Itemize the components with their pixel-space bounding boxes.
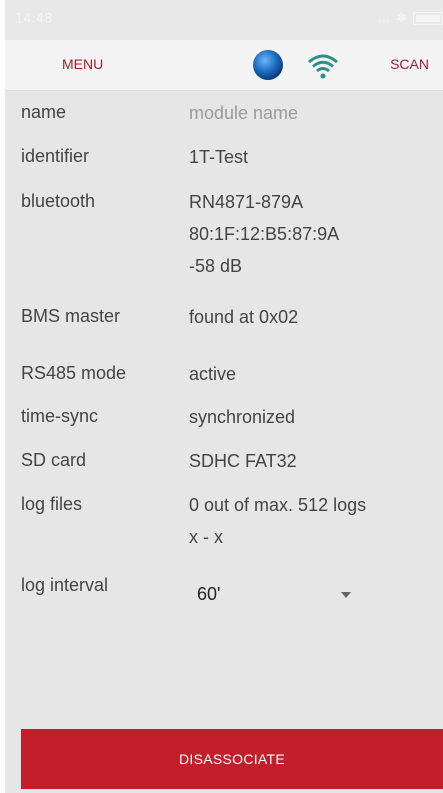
bluetooth-label: bluetooth xyxy=(21,191,96,211)
time-sync-label: time-sync xyxy=(21,406,99,426)
log-interval-label: log interval xyxy=(21,575,109,595)
sd-card-value: SDHC FAT32 xyxy=(189,451,297,471)
bluetooth-device-name: RN4871-879A xyxy=(189,192,304,212)
bms-master-label: BMS master xyxy=(21,306,121,326)
status-time: 14:48 xyxy=(15,12,53,27)
identifier-value: 1T-Test xyxy=(189,147,249,167)
connection-status-icon xyxy=(253,50,283,80)
bluetooth-mac-address: 80:1F:12:B5:87:9A xyxy=(189,224,340,244)
log-files-value: 0 out of max. 512 logs x - x xyxy=(189,489,366,553)
menu-button[interactable]: MENU xyxy=(62,56,103,72)
log-files-count: 0 out of max. 512 logs xyxy=(189,495,367,515)
name-label: name xyxy=(21,102,67,122)
identifier-label: identifier xyxy=(21,146,90,166)
log-files-range: x - x xyxy=(189,527,223,547)
log-interval-selected: 60' xyxy=(197,584,221,604)
status-bar: 14:48 ... ✱ xyxy=(5,0,443,40)
sd-card-label: SD card xyxy=(21,450,87,470)
app-screen: 14:48 ... ✱ MENU SCAN name module name i… xyxy=(5,0,443,793)
dropdown-arrow-icon xyxy=(341,592,351,598)
rs485-mode-value: active xyxy=(189,364,237,384)
name-field[interactable]: module name xyxy=(189,97,298,129)
bms-master-value: found at 0x02 xyxy=(189,307,299,327)
status-dots: ... xyxy=(377,11,391,26)
scan-button[interactable]: SCAN xyxy=(390,56,429,72)
time-sync-value: synchronized xyxy=(189,407,296,427)
bluetooth-value: RN4871-879A 80:1F:12:B5:87:9A -58 dB xyxy=(189,186,339,282)
log-files-label: log files xyxy=(21,494,83,514)
status-indicators: ... ✱ xyxy=(378,11,443,26)
wifi-icon xyxy=(308,54,338,79)
disassociate-button[interactable]: DISASSOCIATE xyxy=(21,729,443,789)
rs485-mode-label: RS485 mode xyxy=(21,363,127,383)
bluetooth-signal-strength: -58 dB xyxy=(189,256,243,276)
toolbar: MENU SCAN xyxy=(5,40,443,91)
bluetooth-status-icon: ✱ xyxy=(396,11,407,26)
battery-icon xyxy=(413,12,443,25)
log-interval-select[interactable]: 60' xyxy=(189,576,364,612)
